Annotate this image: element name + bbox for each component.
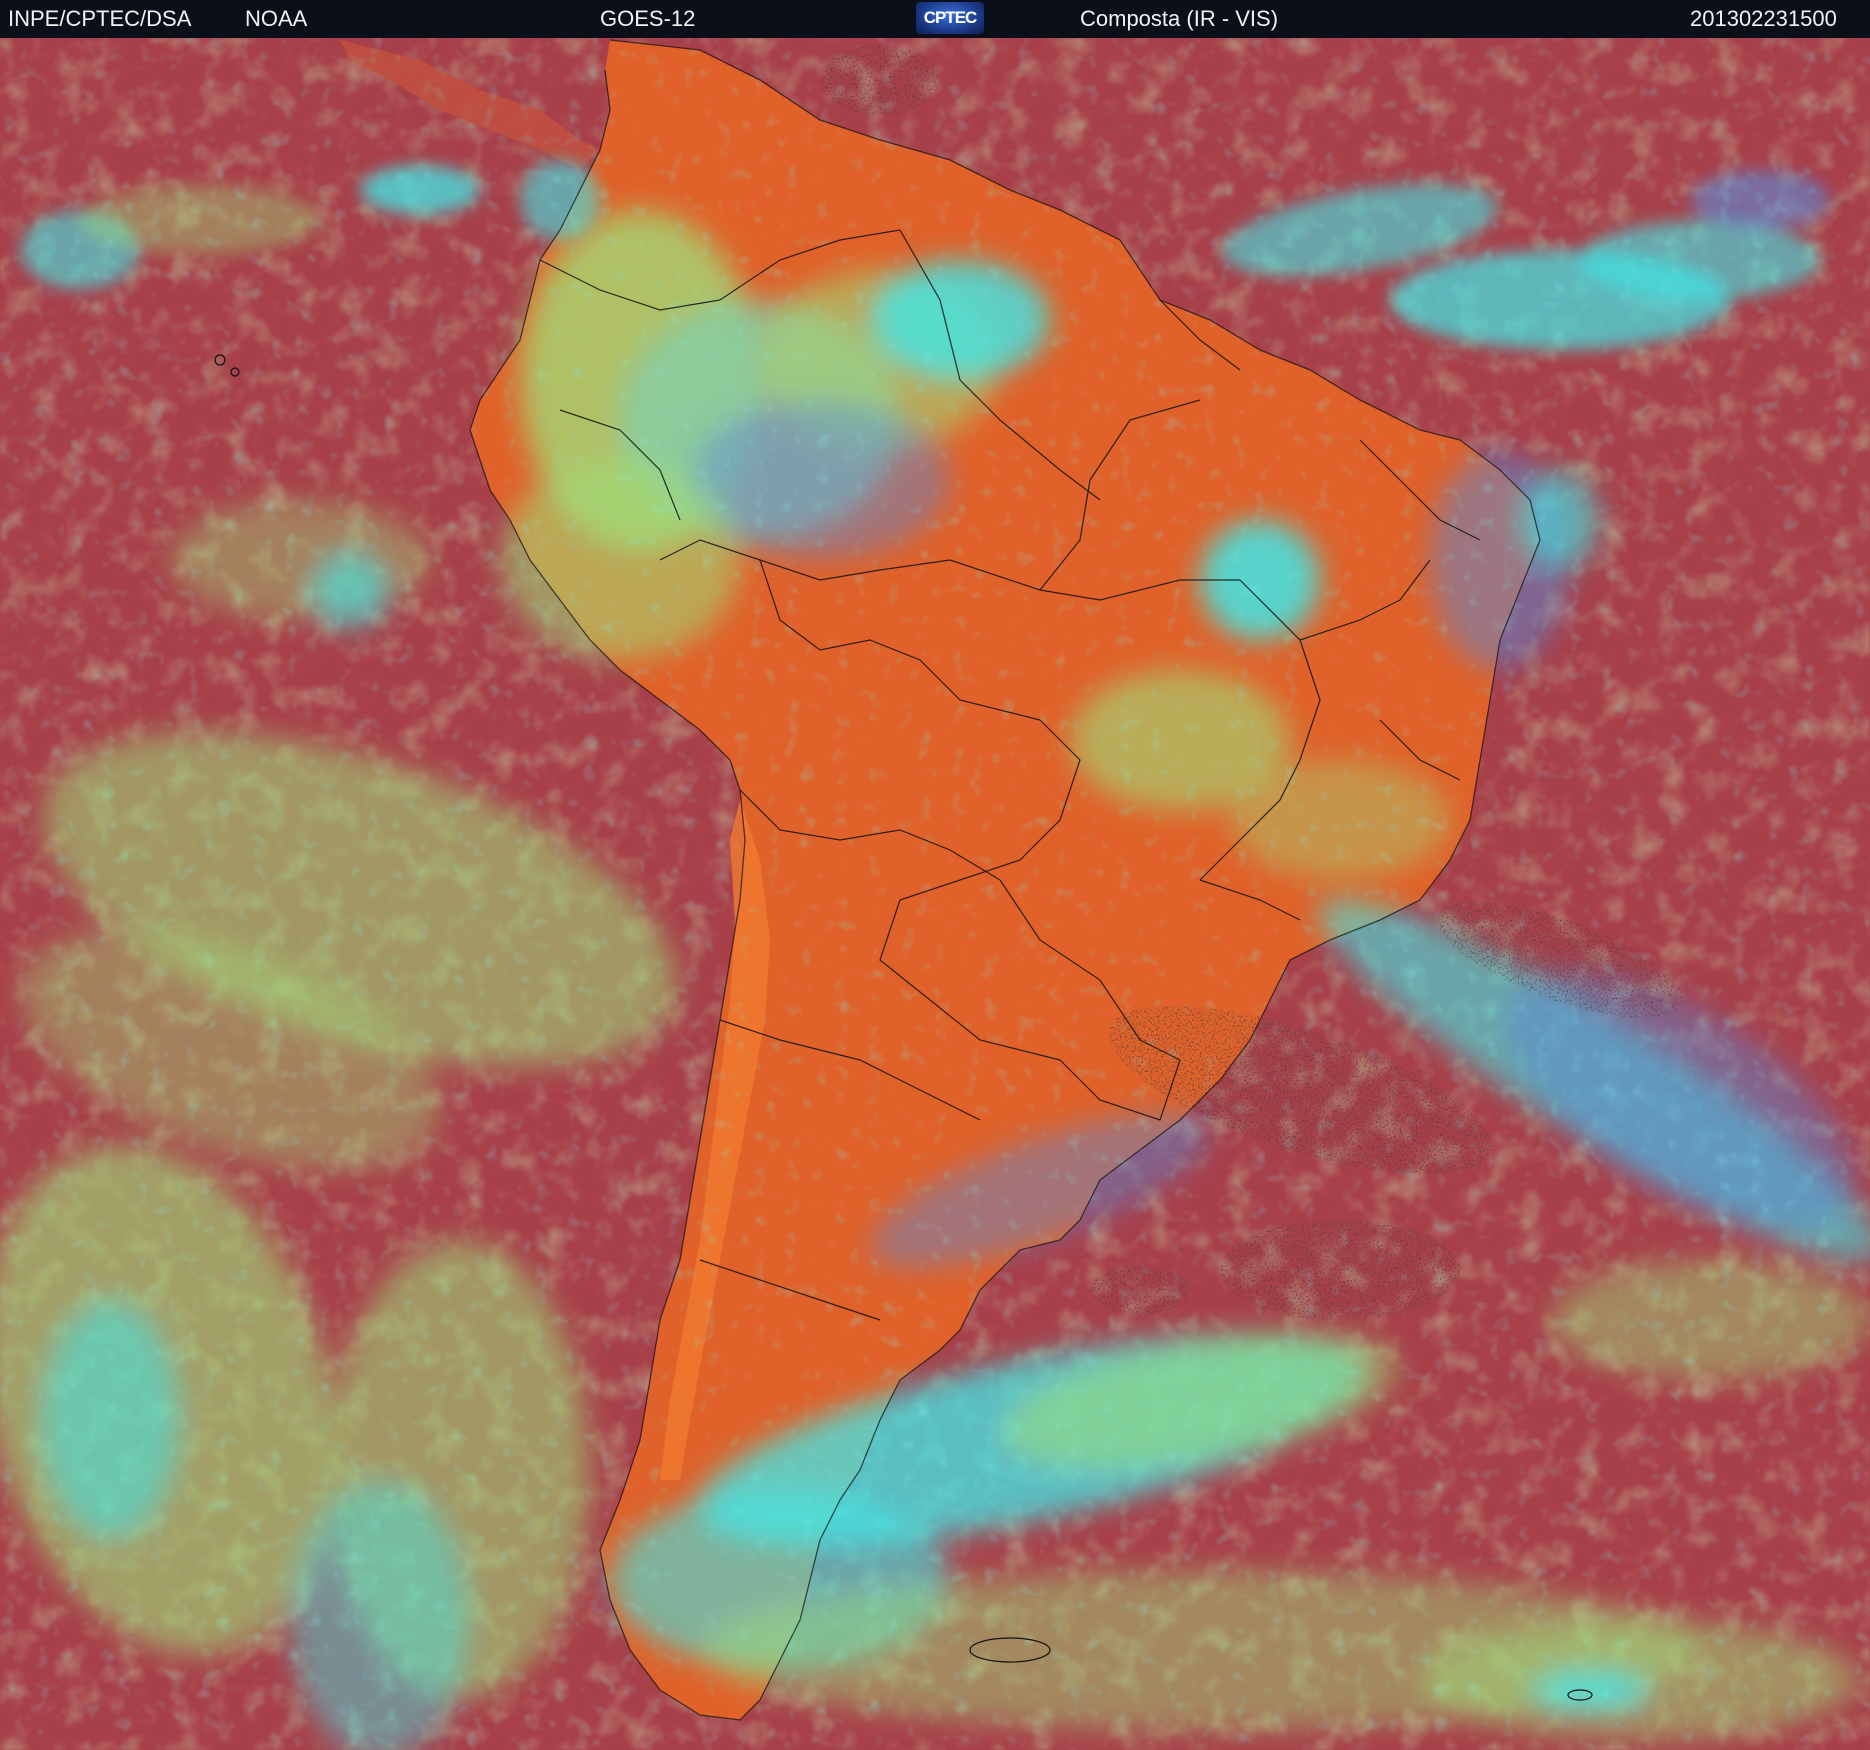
timestamp-label: 201302231500 — [1690, 6, 1837, 31]
product-label: Composta (IR - VIS) — [1080, 6, 1279, 31]
composite-imagery — [0, 38, 1870, 1750]
agency-label: INPE/CPTEC/DSA — [8, 6, 192, 31]
satellite-label: GOES-12 — [600, 6, 696, 31]
cptec-logo: CPTEC — [916, 2, 984, 34]
header-bar: INPE/CPTEC/DSA NOAA GOES-12 CPTEC Compos… — [0, 0, 1870, 38]
satellite-image-frame: INPE/CPTEC/DSA NOAA GOES-12 CPTEC Compos… — [0, 0, 1870, 1750]
high-cloud-texture — [0, 38, 1870, 1750]
partner-label: NOAA — [245, 6, 308, 31]
